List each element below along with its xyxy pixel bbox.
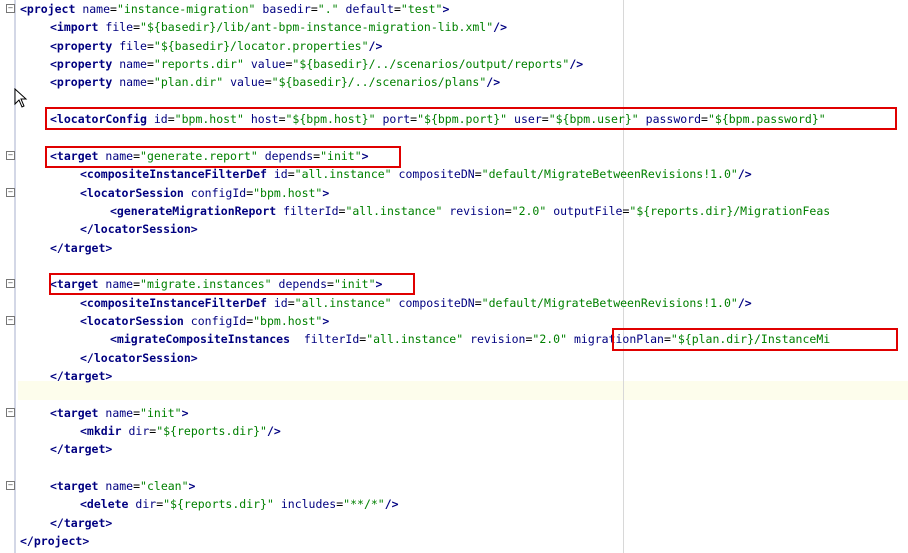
highlight-box-migrate-instances-target — [49, 273, 415, 295]
code-line[interactable]: <property file="${basedir}/locator.prope… — [50, 37, 382, 55]
code-line[interactable]: <mkdir dir="${reports.dir}"/> — [80, 422, 281, 440]
highlight-box-locator-config — [45, 107, 897, 130]
right-margin-guide — [623, 0, 624, 553]
gutter-change-bar — [14, 0, 16, 553]
code-line[interactable]: <delete dir="${reports.dir}" includes="*… — [80, 495, 399, 513]
code-line[interactable]: <generateMigrationReport filterId="all.i… — [110, 202, 830, 220]
fold-toggle-icon[interactable]: − — [6, 187, 15, 197]
code-line[interactable]: </project> — [20, 532, 89, 550]
code-line[interactable]: <locatorSession configId="bpm.host"> — [80, 184, 329, 202]
code-line[interactable]: <property name="reports.dir" value="${ba… — [50, 55, 583, 73]
code-line[interactable]: <project name="instance-migration" based… — [20, 0, 449, 18]
mouse-pointer-icon — [14, 88, 28, 108]
code-line[interactable]: <target name="init"> — [50, 404, 189, 422]
highlight-box-migration-plan — [612, 328, 898, 351]
code-line[interactable]: <import file="${basedir}/lib/ant-bpm-ins… — [50, 18, 507, 36]
fold-toggle-icon[interactable]: − — [6, 481, 15, 491]
code-line[interactable]: </target> — [50, 239, 112, 257]
code-line[interactable]: <property name="plan.dir" value="${based… — [50, 73, 500, 91]
code-line[interactable]: </locatorSession> — [80, 220, 198, 238]
fold-toggle-icon[interactable]: − — [6, 150, 15, 160]
code-line[interactable]: <locatorSession configId="bpm.host"> — [80, 312, 329, 330]
code-line[interactable]: </target> — [50, 514, 112, 532]
code-line[interactable]: <target name="clean"> — [50, 477, 195, 495]
code-line[interactable]: <compositeInstanceFilterDef id="all.inst… — [80, 294, 752, 312]
xml-code-editor[interactable]: <project name="instance-migration" based… — [0, 0, 908, 553]
fold-toggle-icon[interactable]: − — [6, 279, 15, 289]
fold-toggle-icon[interactable]: − — [6, 407, 15, 417]
code-line[interactable]: </locatorSession> — [80, 349, 198, 367]
highlight-box-generate-report-target — [45, 146, 401, 168]
code-line[interactable]: </target> — [50, 440, 112, 458]
fold-toggle-icon[interactable]: − — [6, 315, 15, 325]
fold-toggle-icon[interactable]: − — [6, 4, 15, 13]
code-line[interactable]: </target> — [50, 367, 112, 385]
current-line-highlight — [18, 381, 908, 400]
